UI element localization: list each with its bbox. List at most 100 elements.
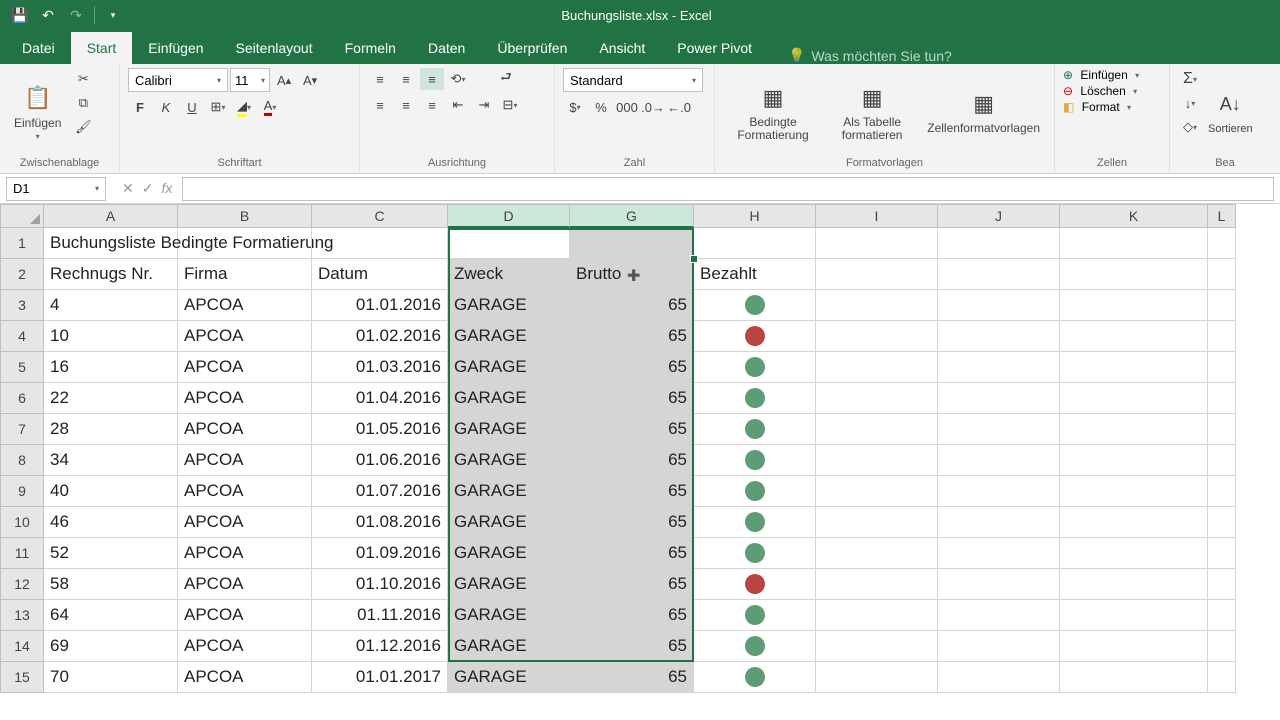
cell[interactable]: APCOA — [178, 414, 312, 445]
tab-einfuegen[interactable]: Einfügen — [132, 32, 219, 64]
cell[interactable]: 64 — [44, 600, 178, 631]
borders-button[interactable]: ⊞▾ — [206, 96, 230, 118]
tab-ueberpruefen[interactable]: Überprüfen — [481, 32, 583, 64]
cell[interactable] — [1208, 445, 1236, 476]
name-box[interactable]: D1 ▾ — [6, 177, 106, 201]
cell[interactable] — [694, 507, 816, 538]
cell[interactable] — [1208, 600, 1236, 631]
cell[interactable] — [938, 538, 1060, 569]
increase-font-button[interactable]: A▴ — [272, 69, 296, 91]
cell[interactable]: 65 — [570, 662, 694, 693]
cell[interactable] — [938, 290, 1060, 321]
cell[interactable]: GARAGE — [448, 445, 570, 476]
font-size-selector[interactable]: 11▾ — [230, 68, 270, 92]
cell[interactable] — [816, 538, 938, 569]
formula-bar[interactable] — [182, 177, 1274, 201]
cell[interactable]: 4 — [44, 290, 178, 321]
cell[interactable] — [938, 600, 1060, 631]
row-header[interactable]: 9 — [0, 476, 44, 507]
cell[interactable] — [1060, 569, 1208, 600]
cell[interactable]: 46 — [44, 507, 178, 538]
cell[interactable] — [816, 321, 938, 352]
col-header-C[interactable]: C — [312, 204, 448, 228]
increase-indent-button[interactable]: ⇥ — [472, 94, 496, 116]
cell[interactable] — [938, 321, 1060, 352]
font-color-button[interactable]: A▾ — [258, 96, 282, 118]
cell[interactable]: 01.05.2016 — [312, 414, 448, 445]
cell[interactable] — [1060, 290, 1208, 321]
cell[interactable]: 01.01.2016 — [312, 290, 448, 321]
clear-button[interactable]: ◇▾ — [1178, 116, 1202, 138]
cell[interactable]: GARAGE — [448, 631, 570, 662]
currency-button[interactable]: $▾ — [563, 96, 587, 118]
cell[interactable] — [938, 414, 1060, 445]
cell[interactable] — [178, 228, 312, 259]
cell[interactable]: GARAGE — [448, 383, 570, 414]
cell[interactable]: 01.03.2016 — [312, 352, 448, 383]
cell[interactable] — [694, 600, 816, 631]
cell[interactable] — [1060, 600, 1208, 631]
cell[interactable]: APCOA — [178, 662, 312, 693]
cell[interactable]: APCOA — [178, 538, 312, 569]
fx-icon[interactable]: fx — [161, 180, 172, 197]
increase-decimal-button[interactable]: .0→ — [641, 96, 665, 118]
cell[interactable]: APCOA — [178, 290, 312, 321]
cell[interactable]: 01.08.2016 — [312, 507, 448, 538]
cell[interactable]: 58 — [44, 569, 178, 600]
cell[interactable]: GARAGE — [448, 414, 570, 445]
align-bottom-button[interactable]: ≡ — [420, 68, 444, 90]
cell[interactable]: 70 — [44, 662, 178, 693]
cell[interactable]: 65 — [570, 414, 694, 445]
row-header[interactable]: 4 — [0, 321, 44, 352]
cell[interactable] — [694, 383, 816, 414]
cell[interactable]: GARAGE — [448, 290, 570, 321]
cell[interactable] — [816, 259, 938, 290]
cell[interactable] — [694, 228, 816, 259]
underline-button[interactable]: U — [180, 96, 204, 118]
col-header-A[interactable]: A — [44, 204, 178, 228]
cell[interactable] — [1060, 507, 1208, 538]
cell[interactable] — [1208, 507, 1236, 538]
cell[interactable]: 65 — [570, 352, 694, 383]
italic-button[interactable]: K — [154, 96, 178, 118]
cell[interactable]: 52 — [44, 538, 178, 569]
cell[interactable]: 65 — [570, 600, 694, 631]
conditional-formatting-button[interactable]: ▦ Bedingte Formatierung — [723, 68, 823, 155]
cell[interactable]: 01.07.2016 — [312, 476, 448, 507]
cell[interactable] — [694, 445, 816, 476]
row-header[interactable]: 3 — [0, 290, 44, 321]
cell[interactable] — [1208, 631, 1236, 662]
number-format-selector[interactable]: Standard▾ — [563, 68, 703, 92]
cell[interactable] — [694, 538, 816, 569]
tab-datei[interactable]: Datei — [6, 32, 71, 64]
cell[interactable] — [816, 569, 938, 600]
format-painter-button[interactable]: 🖌 — [71, 116, 95, 138]
qat-customize-icon[interactable]: ▾ — [103, 5, 123, 25]
cell[interactable] — [1208, 290, 1236, 321]
cell[interactable] — [938, 445, 1060, 476]
row-header[interactable]: 8 — [0, 445, 44, 476]
cell[interactable]: GARAGE — [448, 662, 570, 693]
cell[interactable]: GARAGE — [448, 321, 570, 352]
cell[interactable] — [816, 352, 938, 383]
row-header[interactable]: 13 — [0, 600, 44, 631]
cell[interactable]: GARAGE — [448, 507, 570, 538]
cell[interactable] — [1208, 228, 1236, 259]
cell[interactable]: Buchungsliste Bedingte Formatierung — [44, 228, 178, 259]
cell[interactable]: Firma — [178, 259, 312, 290]
col-header-K[interactable]: K — [1060, 204, 1208, 228]
cell[interactable]: APCOA — [178, 321, 312, 352]
spreadsheet-grid[interactable]: A B C D G H I J K L 1 Buchungsliste Bedi… — [0, 204, 1280, 693]
row-header[interactable]: 1 — [0, 228, 44, 259]
cell[interactable] — [1060, 631, 1208, 662]
cell[interactable] — [816, 228, 938, 259]
cell[interactable]: 65 — [570, 290, 694, 321]
cell[interactable]: 40 — [44, 476, 178, 507]
col-header-H[interactable]: H — [694, 204, 816, 228]
cell[interactable]: GARAGE — [448, 569, 570, 600]
cell[interactable]: 65 — [570, 476, 694, 507]
cell[interactable]: 01.06.2016 — [312, 445, 448, 476]
cell[interactable] — [816, 414, 938, 445]
align-center-button[interactable]: ≡ — [394, 94, 418, 116]
percent-button[interactable]: % — [589, 96, 613, 118]
